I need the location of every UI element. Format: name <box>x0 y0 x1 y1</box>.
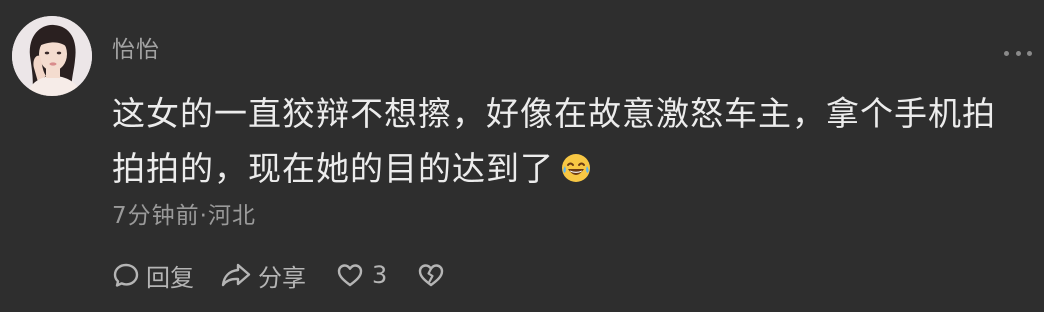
avatar-image <box>12 16 92 96</box>
share-button[interactable]: 分享 <box>220 258 306 293</box>
comment-meta: 7分钟前·河北 <box>112 203 256 229</box>
username[interactable]: 怡怡 <box>112 30 160 64</box>
more-dot <box>1004 50 1009 56</box>
more-dot <box>1027 50 1032 56</box>
comment-bubble-icon <box>113 263 139 287</box>
comment-body: 这女的一直狡辩不想擦，好像在故意激怒车主，拿个手机拍拍拍的，现在她的目的达到了 <box>112 94 996 188</box>
like-button[interactable]: 3 <box>336 261 387 289</box>
dislike-button[interactable] <box>417 262 451 288</box>
reply-button[interactable]: 回复 <box>112 258 194 293</box>
heart-icon <box>337 264 363 287</box>
share-label: 分享 <box>258 263 306 292</box>
more-dot <box>1015 50 1021 56</box>
reply-label: 回复 <box>146 263 194 292</box>
comment-actions: 回复 分享 3 <box>112 258 451 292</box>
like-count: 3 <box>372 261 388 289</box>
share-arrow-icon <box>221 263 251 287</box>
broken-heart-icon <box>419 264 444 287</box>
avatar[interactable] <box>12 16 92 96</box>
laughing-tears-emoji-icon <box>560 145 592 182</box>
comment-text: 这女的一直狡辩不想擦，好像在故意激怒车主，拿个手机拍拍拍的，现在她的目的达到了 <box>112 86 1027 196</box>
more-dots-icon[interactable] <box>1004 46 1032 60</box>
comment-item: 怡怡 这女的一直狡辩不想擦，好像在故意激怒车主，拿个手机拍拍拍的，现在她的目的达… <box>0 0 1044 312</box>
